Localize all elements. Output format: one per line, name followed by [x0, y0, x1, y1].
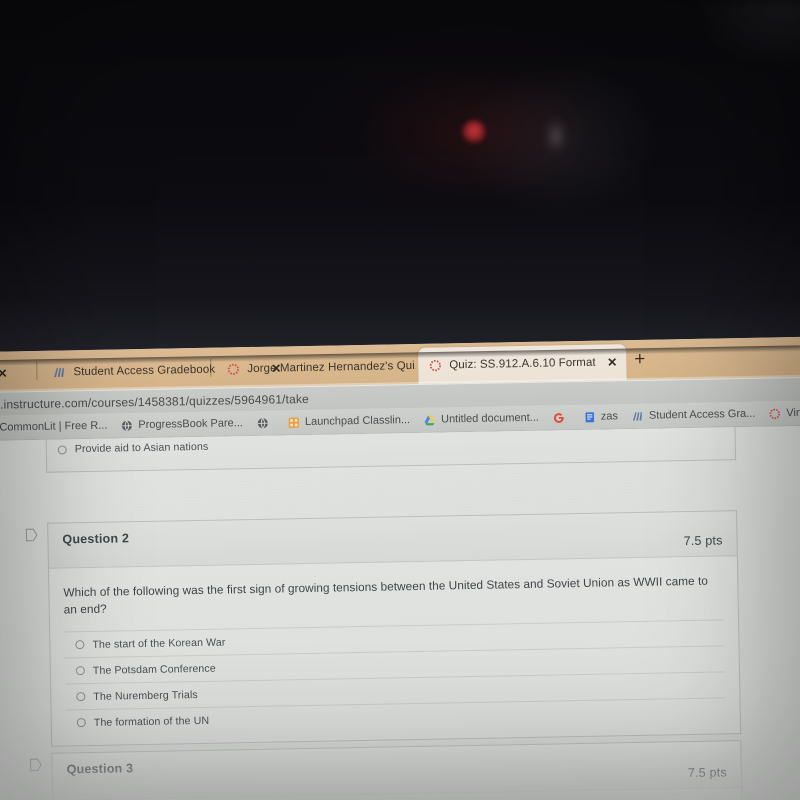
browser-tab-cutoff[interactable]: ✕ — [0, 355, 25, 392]
bookmark-student-access-gradebook[interactable]: Student Access Gra... — [631, 407, 756, 422]
question-block-2: Question 2 7.5 pts Which of the followin… — [47, 510, 742, 747]
dark-room-background — [0, 0, 800, 364]
tab-title: Jorge Martinez Hernandez's Quiz — [247, 359, 416, 376]
canvas-icon — [428, 358, 442, 372]
question-title: Question 3 — [66, 761, 134, 777]
question-text: Which of the following was the first sig… — [63, 573, 709, 617]
globe-icon — [120, 419, 133, 432]
bookmark-label: CommonLit | Free R... — [0, 419, 108, 434]
photographed-screen: ✕ Student Access Gradebook ✕ Jorge Marti… — [0, 336, 800, 800]
red-led-glow-icon — [462, 120, 486, 144]
white-light-smudge-icon — [545, 118, 567, 154]
radio-button-icon[interactable] — [76, 718, 86, 728]
answer-label: The Nuremberg Trials — [93, 688, 198, 703]
tab-close-icon[interactable]: ✕ — [604, 355, 617, 369]
bookmark-commonlit[interactable]: CommonLit | Free R... — [0, 419, 107, 434]
canvas-icon — [768, 407, 781, 420]
globe-icon — [256, 416, 269, 429]
bookmark-untitled-document[interactable]: Untitled document... — [423, 411, 539, 426]
bookmark-zas[interactable]: zas — [583, 410, 618, 424]
question-title: Question 2 — [62, 531, 130, 547]
flag-bookmark-icon[interactable] — [25, 528, 38, 542]
bookmark-label: zas — [600, 410, 619, 423]
gradebook-icon — [52, 365, 66, 379]
answer-label: The start of the Korean War — [92, 636, 226, 651]
launchpad-icon — [287, 416, 300, 429]
bookmark-label: Launchpad Classlin... — [304, 414, 411, 429]
question-points: 7.5 pts — [683, 533, 723, 549]
bookmark-virtual-assistant[interactable]: Virtual As — [768, 406, 800, 420]
bookmark-progressbook[interactable]: ProgressBook Pare... — [120, 417, 243, 432]
tab-close-icon[interactable]: ✕ — [0, 366, 8, 380]
question-body: Which of the following was the first sig… — [47, 556, 742, 747]
bookmark-globe-only[interactable] — [256, 416, 274, 429]
radio-button-icon[interactable] — [57, 444, 67, 455]
bookmark-launchpad-classlink[interactable]: Launchpad Classlin... — [287, 414, 410, 429]
question-points: 7.5 pts — [687, 765, 727, 781]
radio-button-icon[interactable] — [75, 666, 85, 676]
google-icon — [552, 411, 565, 424]
bookmark-label: Virtual As — [786, 406, 800, 420]
bookmark-label: Student Access Gra... — [648, 407, 756, 422]
answer-label: The formation of the UN — [93, 714, 210, 729]
radio-button-icon[interactable] — [75, 640, 85, 650]
quiz-page: 22 Provide aid to Asian nations Question… — [0, 425, 800, 800]
canvas-icon — [226, 362, 240, 376]
flag-bookmark-icon[interactable] — [29, 758, 42, 772]
google-drive-icon — [423, 413, 436, 426]
corner-gleam — [690, 0, 800, 70]
tab-title: Student Access Gradebook — [73, 363, 216, 379]
tab-title: Quiz: SS.912.A.6.10 Formative (3 — [449, 356, 596, 372]
google-docs-icon — [583, 410, 596, 423]
bookmark-label: ProgressBook Pare... — [138, 417, 244, 432]
screenshot-root: ✕ Student Access Gradebook ✕ Jorge Marti… — [0, 0, 800, 800]
address-bar-url[interactable]: cps.instructure.com/courses/1458381/quiz… — [0, 391, 309, 411]
radio-button-icon[interactable] — [76, 692, 86, 702]
answer-label: Provide aid to Asian nations — [74, 440, 209, 456]
bookmark-google[interactable] — [552, 411, 570, 424]
answer-label: The Potsdam Conference — [92, 662, 216, 677]
gradebook-icon — [631, 409, 644, 422]
new-tab-button[interactable]: + — [634, 349, 645, 370]
tab-separator — [36, 361, 38, 380]
bookmark-label: Untitled document... — [440, 411, 540, 426]
answers-list: The start of the Korean War The Potsdam … — [64, 619, 726, 736]
question-block-3: Question 3 7.5 pts What was a primary go… — [51, 740, 744, 800]
